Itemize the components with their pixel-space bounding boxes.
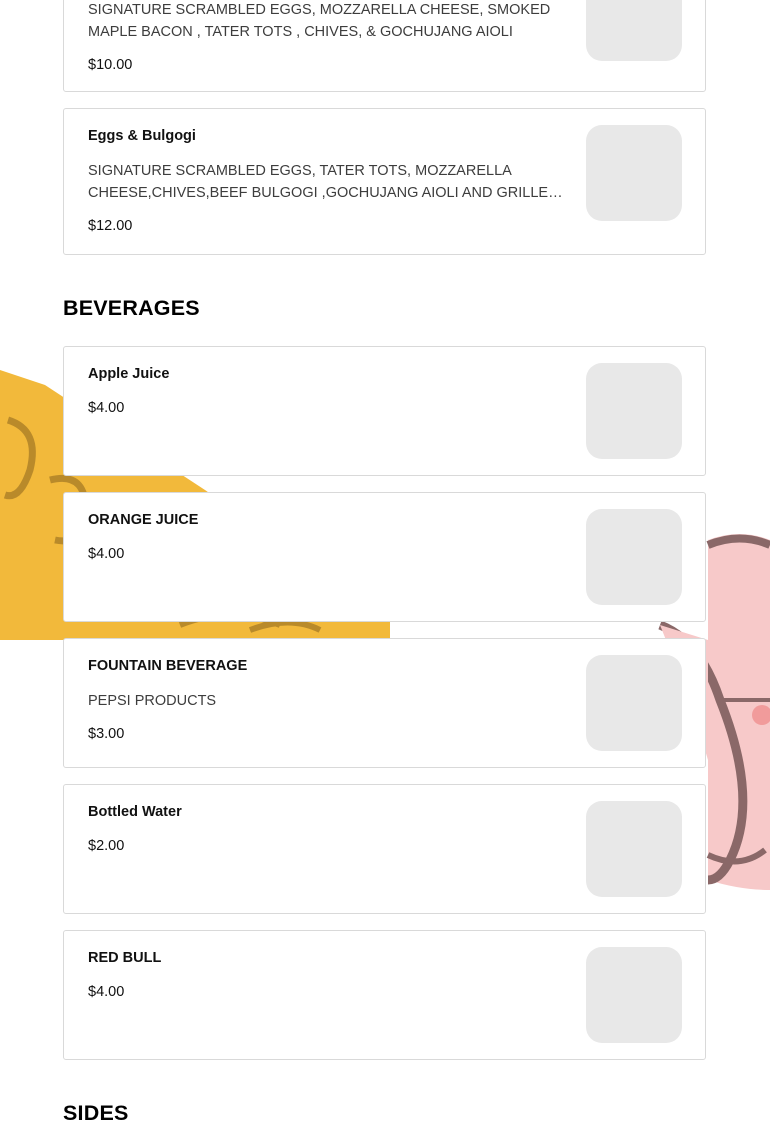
section-title-sides: SIDES: [63, 1101, 129, 1125]
menu-item-name: RED BULL: [88, 950, 162, 966]
menu-item-image-placeholder: [586, 801, 682, 897]
menu-item-name: Apple Juice: [88, 366, 170, 382]
menu-item-card-orange-juice[interactable]: ORANGE JUICE $4.00: [63, 492, 706, 622]
section-title-beverages: BEVERAGES: [63, 296, 200, 320]
menu-item-description: PEPSI PRODUCTS: [88, 693, 217, 709]
menu-item-price: $3.00: [88, 726, 125, 742]
menu-item-card-bottled-water[interactable]: Bottled Water $2.00: [63, 784, 706, 914]
menu-item-name: Eggs & Bulgogi: [88, 128, 196, 144]
menu-item-image-placeholder: [586, 655, 682, 751]
menu-item-card[interactable]: SIGNATURE SCRAMBLED EGGS, MOZZARELLA CHE…: [63, 0, 706, 92]
menu-item-name: Bottled Water: [88, 804, 182, 820]
menu-item-image-placeholder: [586, 947, 682, 1043]
menu-item-description: SIGNATURE SCRAMBLED EGGS, MOZZARELLA CHE…: [88, 2, 551, 40]
menu-content: SIGNATURE SCRAMBLED EGGS, MOZZARELLA CHE…: [0, 0, 770, 1126]
menu-item-name: FOUNTAIN BEVERAGE: [88, 658, 248, 674]
menu-item-image-placeholder: [586, 363, 682, 459]
menu-item-description: SIGNATURE SCRAMBLED EGGS, TATER TOTS, MO…: [88, 163, 559, 201]
menu-item-card-red-bull[interactable]: RED BULL $4.00: [63, 930, 706, 1060]
menu-item-price: $2.00: [88, 838, 125, 854]
menu-item-price: $4.00: [88, 546, 125, 562]
menu-item-card-apple-juice[interactable]: Apple Juice $4.00: [63, 346, 706, 476]
menu-item-price: $4.00: [88, 400, 125, 416]
menu-item-card-eggs-bulgogi[interactable]: Eggs & Bulgogi SIGNATURE SCRAMBLED EGGS,…: [63, 108, 706, 255]
menu-item-price: $4.00: [88, 984, 125, 1000]
menu-item-card-fountain-beverage[interactable]: FOUNTAIN BEVERAGE PEPSI PRODUCTS $3.00: [63, 638, 706, 768]
menu-item-image-placeholder: [586, 509, 682, 605]
menu-item-price: $12.00: [88, 218, 133, 234]
menu-item-price: $10.00: [88, 57, 133, 73]
menu-item-image-placeholder: [586, 125, 682, 221]
menu-item-name: ORANGE JUICE: [88, 512, 199, 528]
menu-item-image-placeholder: [586, 0, 682, 61]
